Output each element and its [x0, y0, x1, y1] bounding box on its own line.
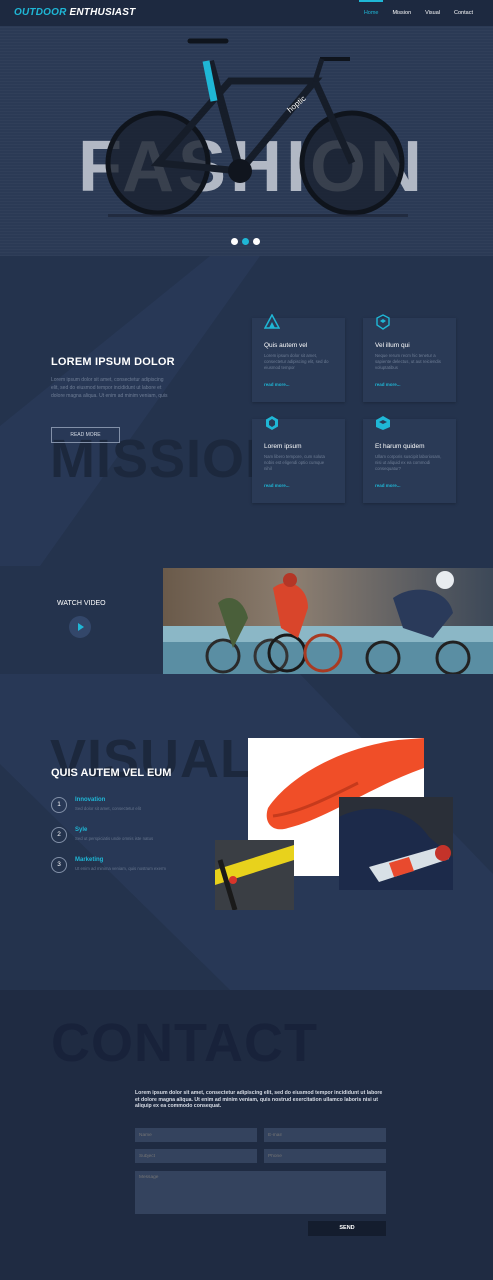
cubes-icon — [376, 314, 390, 330]
card-title: Vel illum qui — [375, 342, 410, 349]
slider-dot-3[interactable] — [253, 238, 260, 245]
step-text: Ut enim ad minima veniam, quis nostrum e… — [75, 866, 166, 871]
step-item: 2 Syle Sed ut perspiciatis unde omnis is… — [51, 827, 211, 849]
nav-link-mission[interactable]: Mission — [392, 0, 411, 26]
contact-text: Lorem ipsum dolor sit amet, consectetur … — [135, 1090, 383, 1109]
send-button[interactable]: SEND — [308, 1221, 386, 1236]
visual-background-word: VISUAL — [50, 729, 255, 789]
feature-card: Lorem ipsum Nam libero tempore, cum solu… — [252, 416, 345, 503]
step-title: Marketing — [75, 857, 104, 863]
name-field[interactable] — [135, 1128, 257, 1142]
card-title: Et harum quidem — [375, 443, 425, 450]
logo-outdoor: OUTDOOR — [14, 7, 67, 18]
step-title: Innovation — [75, 797, 106, 803]
step-title: Syle — [75, 827, 88, 833]
step-text: Sed dolor sit amet, consectetur elit — [75, 806, 141, 811]
hero-slider: FASHION hoptic — [0, 26, 493, 256]
card-text: Neque rerum recm hic tenetur a sapiente … — [375, 353, 441, 370]
triangles-icon — [264, 314, 280, 329]
feature-card: Quis autem vel Lorem ipsum dolor sit ame… — [252, 314, 345, 402]
nav-link-contact[interactable]: Contact — [454, 0, 473, 26]
frame-photo — [215, 840, 294, 910]
hexagon-icon — [266, 416, 278, 430]
contact-background-word: CONTACT — [51, 1013, 318, 1073]
top-navbar: OUTDOOR ENTHUSIAST Home Mission Visual C… — [0, 0, 493, 26]
logo-enthusiast: ENTHUSIAST — [69, 7, 136, 18]
card-read-more-link[interactable]: read more... — [264, 483, 290, 488]
read-more-button[interactable]: READ MORE — [51, 427, 120, 443]
step-item: 1 Innovation Sed dolor sit amet, consect… — [51, 797, 211, 819]
site-logo[interactable]: OUTDOOR ENTHUSIAST — [14, 7, 135, 18]
email-field[interactable] — [264, 1128, 386, 1142]
step-item: 3 Marketing Ut enim ad minima veniam, qu… — [51, 857, 211, 879]
slider-dots — [231, 238, 260, 245]
feature-card: Vel illum qui Neque rerum recm hic tenet… — [363, 314, 456, 402]
card-text: Lorem ipsum dolor sit amet, consectetur … — [264, 353, 329, 370]
box-icon — [376, 416, 390, 430]
bike-brand-label: hoptic — [286, 94, 308, 115]
visual-section: VISUAL QUIS AUTEM VEL EUM 1 Innovation S… — [0, 674, 493, 990]
card-read-more-link[interactable]: read more... — [375, 483, 401, 488]
feature-card: Et harum quidem Ullam corporis suscipit … — [363, 416, 456, 503]
visual-title: QUIS AUTEM VEL EUM — [51, 767, 172, 779]
mission-text: Lorem ipsum dolor sit amet, consectetur … — [51, 377, 168, 399]
play-icon[interactable] — [69, 616, 91, 638]
message-field[interactable] — [135, 1171, 386, 1214]
nav-link-home[interactable]: Home — [358, 0, 384, 26]
mission-background-shape — [0, 256, 260, 566]
step-text: Sed ut perspiciatis unde omnis iste natu… — [75, 836, 154, 841]
slider-dot-1[interactable] — [231, 238, 238, 245]
bike-image: hoptic — [105, 38, 408, 217]
contact-section: CONTACT Lorem ipsum dolor sit amet, cons… — [0, 990, 493, 1280]
step-number: 3 — [51, 857, 67, 873]
step-number: 2 — [51, 827, 67, 843]
card-read-more-link[interactable]: read more... — [264, 382, 290, 387]
phone-field[interactable] — [264, 1149, 386, 1163]
handlebar-photo — [339, 797, 453, 890]
watch-video-label: WATCH VIDEO — [57, 600, 106, 607]
video-section: WATCH VIDEO — [0, 566, 493, 674]
slider-dot-2[interactable] — [242, 238, 249, 245]
nav-links: Home Mission Visual Contact — [358, 0, 473, 26]
nav-link-visual[interactable]: Visual — [425, 0, 440, 26]
card-text: Ullam corporis suscipit laboriosam, nisi… — [375, 454, 442, 471]
card-text: Nam libero tempore, cum soluta nobis est… — [264, 454, 325, 471]
cyclists-image[interactable] — [163, 568, 493, 674]
subject-field[interactable] — [135, 1149, 257, 1163]
card-title: Lorem ipsum — [264, 443, 302, 450]
card-read-more-link[interactable]: read more... — [375, 382, 401, 387]
card-title: Quis autem vel — [264, 342, 308, 349]
step-number: 1 — [51, 797, 67, 813]
mission-section: MISSION LOREM IPSUM DOLOR Lorem ipsum do… — [0, 256, 493, 566]
mission-title: LOREM IPSUM DOLOR — [51, 356, 175, 368]
